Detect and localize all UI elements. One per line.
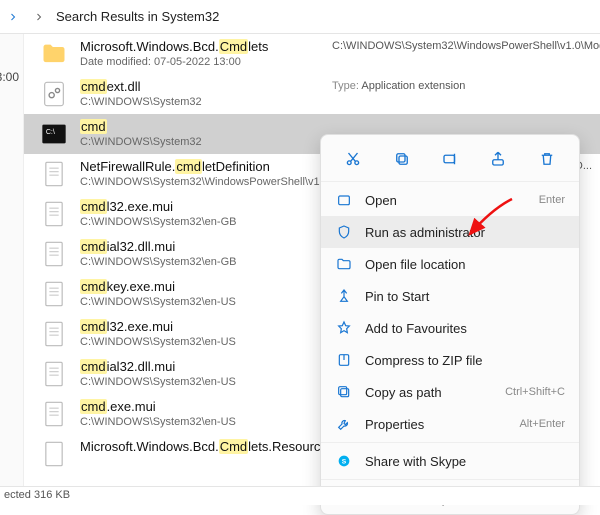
folder-icon — [38, 38, 70, 70]
skype-icon: S — [335, 452, 353, 470]
file-icon — [38, 198, 70, 230]
copy-icon[interactable] — [388, 145, 416, 173]
menu-separator — [321, 442, 579, 443]
breadcrumb-prev-icon[interactable] — [4, 8, 22, 26]
item-name: cmdial32.dll.mui — [80, 238, 332, 255]
item-type: Type: Application extension — [332, 78, 592, 110]
item-name: NetFirewallRule.cmdletDefinition — [80, 158, 332, 175]
status-bar: ected 316 KB — [0, 486, 600, 505]
breadcrumb[interactable]: Search Results in System32 — [56, 9, 219, 24]
item-sub: C:\WINDOWS\System32\en-US — [80, 295, 332, 310]
menu-properties[interactable]: Properties Alt+Enter — [321, 408, 579, 440]
open-icon — [335, 191, 353, 209]
menu-separator — [321, 479, 579, 480]
item-sub: C:\WINDOWS\System32\WindowsPowerShell\v1… — [80, 175, 332, 190]
menu-separator — [321, 181, 579, 182]
delete-icon[interactable] — [533, 145, 561, 173]
item-name: cmd.exe.mui — [80, 398, 332, 415]
rename-icon[interactable] — [436, 145, 464, 173]
svg-text:S: S — [342, 459, 347, 466]
item-name: cmdl32.exe.mui — [80, 198, 332, 215]
navpane-text: 13:00 — [0, 70, 19, 84]
menu-share-skype[interactable]: S Share with Skype — [321, 445, 579, 477]
cut-icon[interactable] — [339, 145, 367, 173]
file-icon — [38, 278, 70, 310]
file-icon — [38, 318, 70, 350]
svg-text:C:\: C:\ — [46, 129, 55, 136]
item-sub: C:\WINDOWS\System32\en-GB — [80, 255, 332, 270]
item-name: cmdial32.dll.mui — [80, 358, 332, 375]
zip-icon — [335, 351, 353, 369]
list-item[interactable]: cmdext.dll C:\WINDOWS\System32 Type: App… — [24, 74, 600, 114]
item-sub: C:\WINDOWS\System32\en-US — [80, 415, 332, 430]
item-name: Microsoft.Windows.Bcd.Cmdlets — [80, 38, 332, 55]
menu-compress-zip[interactable]: Compress to ZIP file — [321, 344, 579, 376]
file-icon — [38, 358, 70, 390]
file-icon — [38, 238, 70, 270]
address-bar: Search Results in System32 — [0, 0, 600, 34]
pin-icon — [335, 287, 353, 305]
file-icon — [38, 158, 70, 190]
menu-open-file-location[interactable]: Open file location — [321, 248, 579, 280]
context-menu-top-actions — [321, 135, 579, 179]
item-name: cmdkey.exe.mui — [80, 278, 332, 295]
file-icon — [38, 438, 70, 470]
item-sub: C:\WINDOWS\System32 — [80, 135, 332, 150]
item-sub: C:\WINDOWS\System32\en-US — [80, 375, 332, 390]
breadcrumb-chevron-icon — [30, 8, 48, 26]
shield-icon — [335, 223, 353, 241]
share-icon[interactable] — [484, 145, 512, 173]
menu-add-favourites[interactable]: Add to Favourites — [321, 312, 579, 344]
item-sub: C:\WINDOWS\System32\en-US — [80, 335, 332, 350]
item-sub: C:\WINDOWS\System32\en-GB — [80, 215, 332, 230]
folder-open-icon — [335, 255, 353, 273]
list-item[interactable]: Microsoft.Windows.Bcd.Cmdlets Date modif… — [24, 34, 600, 74]
item-path: C:\WINDOWS\System32\WindowsPowerShell\v1… — [332, 38, 592, 70]
item-sub: C:\WINDOWS\System32 — [80, 95, 332, 110]
menu-open[interactable]: Open Enter — [321, 184, 579, 216]
file-icon — [38, 398, 70, 430]
item-sub: Date modified: 07-05-2022 13:00 — [80, 55, 332, 70]
item-name: cmd — [80, 118, 332, 135]
menu-pin-to-start[interactable]: Pin to Start — [321, 280, 579, 312]
item-name: cmdext.dll — [80, 78, 332, 95]
terminal-icon: C:\ — [38, 118, 70, 150]
wrench-icon — [335, 415, 353, 433]
item-name: cmdl32.exe.mui — [80, 318, 332, 335]
menu-copy-path[interactable]: Copy as path Ctrl+Shift+C — [321, 376, 579, 408]
nav-pane: 13:00 — [0, 34, 24, 486]
copy-path-icon — [335, 383, 353, 401]
context-menu: Open Enter Run as administrator Open fil… — [320, 134, 580, 515]
gear-file-icon — [38, 78, 70, 110]
menu-run-as-admin[interactable]: Run as administrator — [321, 216, 579, 248]
star-icon — [335, 319, 353, 337]
